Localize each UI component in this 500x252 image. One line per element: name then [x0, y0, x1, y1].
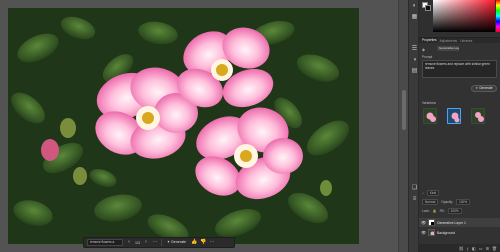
- kind-filter[interactable]: Kind: [426, 190, 440, 196]
- variation-thumbnail-selected[interactable]: [447, 108, 461, 124]
- sparkle-icon: ✦: [475, 86, 479, 90]
- background-swatch[interactable]: [425, 5, 431, 11]
- variation-thumbnail[interactable]: [423, 108, 437, 124]
- chevron-left-icon[interactable]: ‹: [126, 239, 132, 246]
- layer-thumbnail: [428, 219, 435, 226]
- eye-icon[interactable]: 👁: [421, 220, 426, 225]
- fill-label: Fill:: [439, 209, 445, 213]
- scroll-thumb[interactable]: [402, 90, 406, 130]
- layers-footer: ⛓ ƒ ◧ ▭ ⊞ 🗑: [419, 244, 500, 252]
- lock-row: Lock: 🔒 Fill: 100%: [422, 208, 462, 214]
- mask-icon[interactable]: ◧: [472, 246, 476, 251]
- taskbar-generate-button[interactable]: ✦ Generate: [165, 239, 188, 246]
- swatches-icon[interactable]: ▦: [411, 14, 418, 21]
- layers-panel: ⌕ Kind Normal Opacity: 100% Lock: 🔒 Fill…: [419, 181, 500, 252]
- link-icon[interactable]: ⛓: [459, 246, 464, 251]
- lock-icon[interactable]: 🔒: [433, 209, 437, 213]
- taskbar-generate-label: Generate: [171, 240, 186, 244]
- color-panel-icon[interactable]: ◐: [411, 3, 418, 10]
- opacity-label: Opacity:: [441, 200, 453, 204]
- layer-row-background[interactable]: 👁 Background: [419, 228, 500, 237]
- prompt-textarea[interactable]: remove flowers and replace with similar …: [422, 60, 497, 78]
- search-icon: ⌕: [422, 191, 424, 195]
- variation-count: 1/3: [135, 240, 140, 245]
- right-panels: Properties Adjustments Libraries ◈ Gener…: [419, 0, 500, 252]
- generate-button[interactable]: ✦ Generate: [471, 85, 497, 92]
- layer-row-generative[interactable]: 👁 Generative Layer 1: [419, 218, 500, 227]
- more-horizontal-icon[interactable]: ⋯: [152, 239, 158, 246]
- adjustments-icon[interactable]: ◑: [411, 57, 418, 64]
- eye-icon[interactable]: 👁: [421, 230, 426, 235]
- layer-name: Background: [437, 230, 456, 235]
- blend-mode-select[interactable]: Normal: [422, 199, 439, 205]
- blend-row: Normal Opacity: 100%: [422, 199, 471, 205]
- variations-section: Variations: [419, 100, 500, 140]
- fx-icon[interactable]: ƒ: [467, 246, 469, 251]
- color-field[interactable]: [433, 0, 495, 32]
- sparkle-icon: ✦: [167, 240, 171, 244]
- color-panel: [419, 0, 500, 36]
- divider: [161, 239, 162, 246]
- layers-icon[interactable]: ❏: [411, 185, 418, 192]
- lock-label: Lock:: [422, 209, 430, 213]
- generate-label: Generate: [479, 86, 493, 90]
- panel-icon-strip: ◐ ▦ ☰ ◑ ▤ ❏ ≡: [408, 0, 419, 252]
- layer-thumbnail: [428, 229, 435, 236]
- trash-icon[interactable]: 🗑: [492, 246, 497, 251]
- thumbs-down-icon[interactable]: 👎: [200, 239, 206, 246]
- generative-layer-chip: Generative Layer: [437, 46, 459, 51]
- flower-photo: [8, 8, 359, 244]
- hue-slider[interactable]: [496, 0, 500, 32]
- layer-name: Generative Layer 1: [437, 220, 466, 225]
- generative-layer-icon: ◈: [422, 47, 426, 52]
- vertical-scrollbar[interactable]: [398, 0, 408, 252]
- document-image[interactable]: [8, 8, 359, 244]
- new-layer-icon[interactable]: ⊞: [486, 246, 489, 251]
- prompt-label: Prompt: [422, 55, 433, 59]
- folder-icon[interactable]: ▭: [479, 246, 483, 251]
- layers-filter-row: ⌕ Kind: [422, 190, 440, 196]
- libraries-icon[interactable]: ▤: [411, 68, 418, 75]
- chevron-right-icon[interactable]: ›: [143, 239, 149, 246]
- variations-label: Variations: [422, 101, 436, 105]
- thumbs-up-icon[interactable]: 👍: [191, 239, 197, 246]
- contextual-task-bar: remove flowers a ‹ 1/3 › ⋯ ✦ Generate 👍 …: [83, 237, 235, 248]
- opacity-input[interactable]: 100%: [455, 199, 471, 205]
- properties-icon[interactable]: ☰: [411, 46, 418, 53]
- canvas-area[interactable]: remove flowers a ‹ 1/3 › ⋯ ✦ Generate 👍 …: [0, 0, 408, 252]
- more-options-icon[interactable]: ⋯: [209, 239, 215, 246]
- taskbar-prompt-input[interactable]: remove flowers a: [87, 239, 123, 246]
- variation-thumbnail[interactable]: [471, 108, 485, 124]
- channels-icon[interactable]: ≡: [411, 196, 418, 203]
- properties-panel: ◈ Generative Layer Prompt remove flowers…: [419, 43, 500, 178]
- fill-input[interactable]: 100%: [447, 208, 462, 214]
